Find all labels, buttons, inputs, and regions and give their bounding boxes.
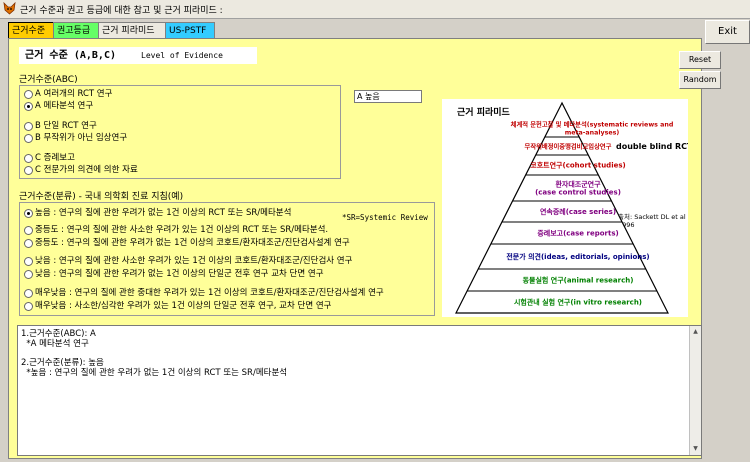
- radio-indicator: [24, 239, 33, 248]
- pyramid-drawing: 체계적 문헌고찰 및 메타분석(systematic reviews andme…: [455, 101, 688, 314]
- pyramid-tier-label: (case control studies): [535, 189, 621, 197]
- radio-indicator: [24, 90, 33, 99]
- pyramid-tier-label: 증례보고(case reports): [537, 229, 618, 238]
- app-fox-icon: [3, 2, 16, 15]
- pyramid-tier-label: 전문가 의견(ideas, editorials, opinions): [506, 252, 649, 261]
- radio-indicator: [24, 270, 33, 279]
- reset-button[interactable]: Reset: [679, 51, 721, 69]
- radio-indicator: [24, 257, 33, 266]
- title-bar: 근거 수준과 권고 등급에 대한 참고 및 근거 피라미드 :: [0, 0, 750, 19]
- result-line: *A 메타분석 연구: [21, 339, 89, 349]
- pyramid-tier-label: 코호트연구(cohort studies): [530, 161, 625, 170]
- pyramid-tier-label: 연속증례(case series): [540, 207, 616, 216]
- radio-indicator: [24, 166, 33, 175]
- result-line: *높음 : 연구의 질에 관한 우려가 없는 1건 이상의 RCT 또는 SR/…: [21, 368, 288, 378]
- scroll-down-icon[interactable]: ▼: [691, 444, 700, 454]
- result-textarea[interactable]: 1.근거수준(ABC): A *A 메타분석 연구 2.근거수준(분류): 높음…: [17, 325, 702, 456]
- evidence-pyramid: 근거 피라미드 출처: Sackett DL et al 1996 체계적 문헌…: [442, 99, 688, 317]
- pyramid-tier-label: 동물실험 연구(animal research): [523, 276, 634, 285]
- radio-indicator: [24, 122, 33, 131]
- abc-group-label: 근거수준(ABC): [19, 75, 78, 85]
- radio-indicator: [24, 289, 33, 298]
- radio-indicator: [24, 302, 33, 311]
- level-result-field[interactable]: A 높음: [354, 90, 422, 103]
- window-title: 근거 수준과 권고 등급에 대한 참고 및 근거 피라미드 :: [20, 6, 223, 16]
- classification-radio-group: *SR=Systemic Review 높음 : 연구의 질에 관한 우려가 없…: [19, 202, 435, 316]
- abc-radio-group: A 여러개의 RCT 연구 A 메타분석 연구 B 단일 RCT 연구 B 무작…: [19, 85, 341, 179]
- random-button[interactable]: Random: [679, 71, 721, 89]
- radio-indicator: [24, 154, 33, 163]
- tab-recommendation-grade[interactable]: 권고등급: [53, 22, 103, 39]
- tab-us-pstf[interactable]: US-PSTF: [165, 22, 215, 39]
- sr-note: *SR=Systemic Review: [342, 213, 428, 222]
- pyramid-tier-label: 무작위배정이중맹검비교임상연구: [525, 142, 612, 151]
- classification-group-label: 근거수준(분류) - 국내 의학회 진료 지침(예): [19, 192, 184, 202]
- radio-indicator: [24, 226, 33, 235]
- tab-evidence-pyramid[interactable]: 근거 피라미드: [98, 22, 170, 39]
- radio-indicator: [24, 134, 33, 143]
- evidence-panel: 근거 수준 (A,B,C) Level of Evidence 근거수준(ABC…: [8, 38, 721, 459]
- radio-indicator: [24, 102, 33, 111]
- pyramid-tier-label: 환자대조군연구: [555, 180, 601, 189]
- scroll-up-icon[interactable]: ▲: [691, 327, 700, 337]
- page-title: 근거 수준 (A,B,C): [25, 50, 116, 61]
- pyramid-tier-extra-label: double blind RCT: [616, 142, 688, 151]
- panel-heading: 근거 수준 (A,B,C) Level of Evidence: [19, 47, 257, 64]
- page-subtitle: Level of Evidence: [141, 51, 223, 60]
- pyramid-tier-label: meta-analyses): [565, 130, 620, 137]
- pyramid-tier-label: 체계적 문헌고찰 및 메타분석(systematic reviews and: [511, 120, 674, 129]
- exit-button[interactable]: Exit: [705, 20, 750, 44]
- radio-indicator: [24, 209, 33, 218]
- vertical-scrollbar[interactable]: ▲ ▼: [689, 326, 701, 455]
- pyramid-tier-label: 시험관내 실험 연구(in vitro research): [514, 298, 642, 307]
